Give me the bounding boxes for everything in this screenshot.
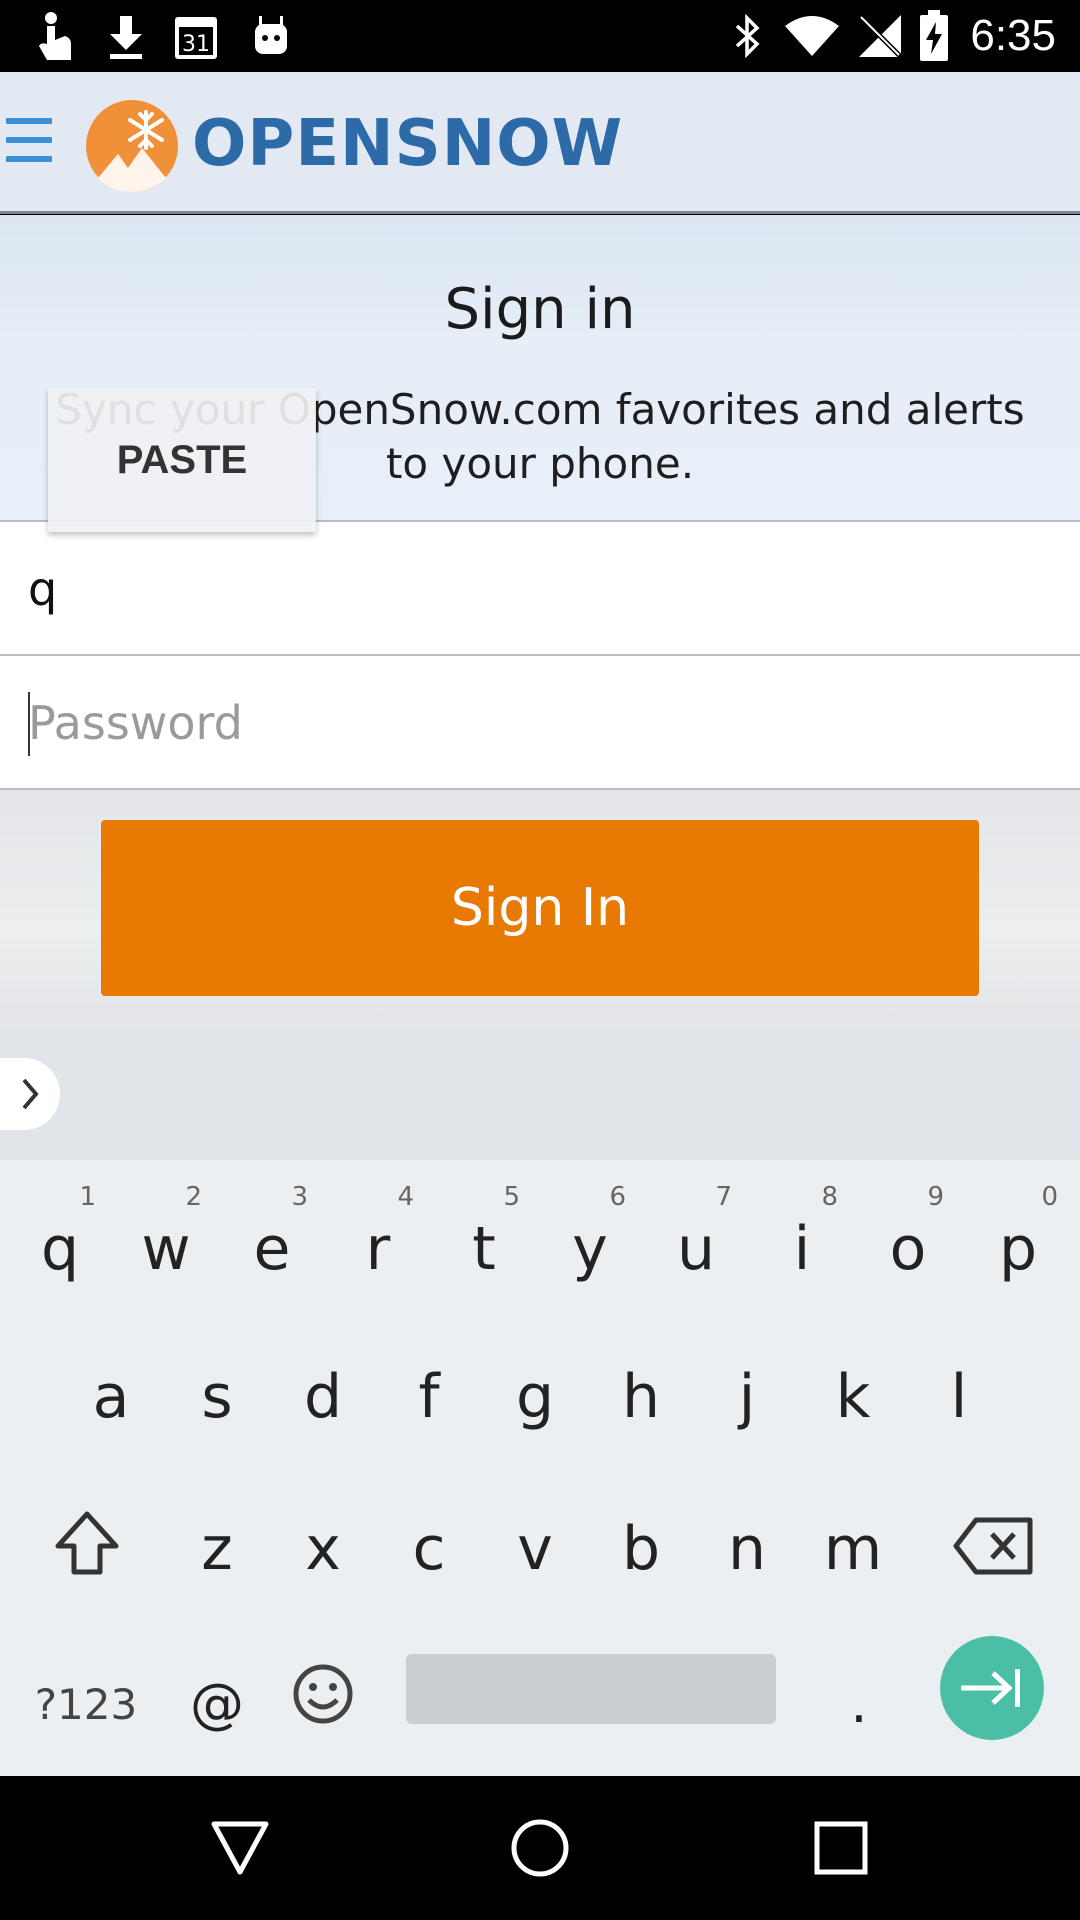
status-bar: 31 6:35	[0, 0, 1080, 72]
no-signal-icon	[856, 10, 904, 62]
page-title: Sign in	[444, 277, 636, 342]
username-input[interactable]	[28, 544, 1048, 634]
calendar-icon: 31	[172, 10, 220, 62]
android-icon	[250, 10, 292, 62]
shift-key[interactable]	[30, 1480, 144, 1610]
logo-wordmark: OPENSNOW	[192, 107, 624, 181]
key-r[interactable]: 4r	[332, 1176, 424, 1306]
key-l[interactable]: l	[906, 1328, 1012, 1458]
shift-icon	[55, 1511, 119, 1575]
key-g[interactable]: g	[482, 1328, 588, 1458]
username-field[interactable]	[0, 520, 1080, 654]
navigation-bar	[0, 1776, 1080, 1920]
symbols-key[interactable]: ?123	[24, 1632, 148, 1762]
password-field[interactable]	[0, 654, 1080, 790]
key-q[interactable]: 1q	[14, 1176, 106, 1306]
at-key[interactable]: @	[164, 1632, 270, 1762]
key-t[interactable]: 5t	[438, 1176, 530, 1306]
calendar-day: 31	[182, 32, 210, 57]
paste-button[interactable]: PASTE	[48, 438, 316, 483]
key-a[interactable]: a	[58, 1328, 164, 1458]
opensnow-logo-icon	[84, 98, 180, 194]
key-i[interactable]: 8i	[756, 1176, 848, 1306]
download-icon	[104, 10, 148, 62]
tab-next-icon	[961, 1669, 1020, 1707]
key-k[interactable]: k	[800, 1328, 906, 1458]
key-v[interactable]: v	[482, 1480, 588, 1610]
emoji-icon	[293, 1664, 353, 1724]
clock: 6:35	[970, 11, 1056, 60]
key-b[interactable]: b	[588, 1480, 694, 1610]
chevron-right-icon	[22, 1078, 39, 1110]
recents-icon[interactable]	[814, 1821, 868, 1875]
key-u[interactable]: 7u	[650, 1176, 742, 1306]
key-x[interactable]: x	[270, 1480, 376, 1610]
key-h[interactable]: h	[588, 1328, 694, 1458]
key-c[interactable]: c	[376, 1480, 482, 1610]
key-z[interactable]: z	[164, 1480, 270, 1610]
period-key[interactable]: .	[806, 1632, 912, 1762]
key-w[interactable]: 2w	[120, 1176, 212, 1306]
suggestion-strip	[0, 1028, 1080, 1160]
soft-keyboard: 1q 2w 3e 4r 5t 6y 7u 8i 9o 0p a s d f g …	[0, 1028, 1080, 1776]
home-icon[interactable]	[510, 1818, 570, 1878]
app-header: OPENSNOW	[0, 72, 1080, 214]
emoji-key[interactable]	[270, 1632, 376, 1762]
key-s[interactable]: s	[164, 1328, 270, 1458]
spacebar[interactable]	[406, 1654, 776, 1724]
key-f[interactable]: f	[376, 1328, 482, 1458]
backspace-key[interactable]	[938, 1480, 1052, 1610]
signin-button-area: Sign In	[0, 790, 1080, 1028]
key-e[interactable]: 3e	[226, 1176, 318, 1306]
next-action-key[interactable]	[940, 1636, 1044, 1740]
key-y[interactable]: 6y	[544, 1176, 636, 1306]
hamburger-menu-icon[interactable]	[6, 118, 52, 166]
key-o[interactable]: 9o	[862, 1176, 954, 1306]
key-n[interactable]: n	[694, 1480, 800, 1610]
paste-popup[interactable]: PASTE	[48, 388, 316, 532]
password-input[interactable]	[28, 678, 1048, 768]
key-p[interactable]: 0p	[968, 1176, 1068, 1306]
expand-suggestions-button[interactable]	[0, 1058, 60, 1130]
battery-charging-icon	[916, 10, 952, 62]
key-d[interactable]: d	[270, 1328, 376, 1458]
key-m[interactable]: m	[800, 1480, 906, 1610]
bluetooth-icon	[730, 10, 766, 62]
backspace-icon	[953, 1517, 1033, 1575]
touch-icon	[30, 10, 80, 62]
sign-in-button[interactable]: Sign In	[101, 820, 979, 996]
key-j[interactable]: j	[694, 1328, 800, 1458]
back-icon[interactable]	[210, 1820, 270, 1876]
wifi-icon	[782, 10, 842, 62]
